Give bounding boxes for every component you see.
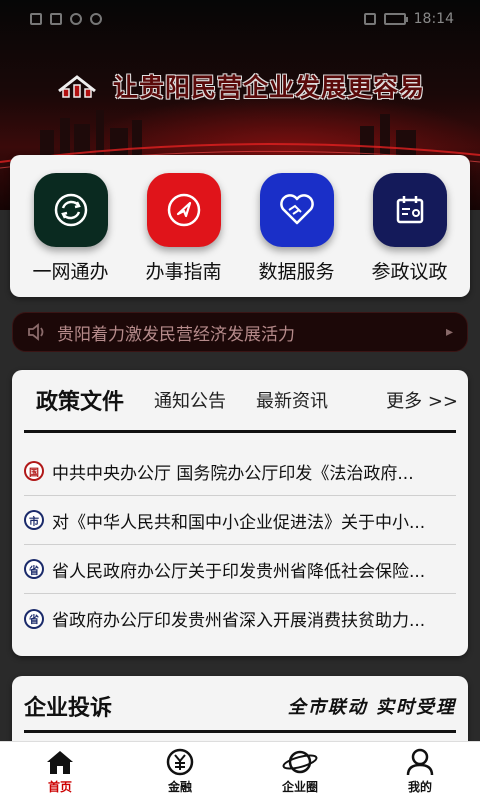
calendar-person-icon (372, 173, 447, 247)
header-slogan: 让贵阳民营企业发展更容易 (112, 73, 425, 102)
globe-refresh-icon (33, 173, 108, 247)
services-card: 一网通办 办事指南 数据服务 参政议政 (10, 155, 470, 297)
service-label: 办事指南 (145, 261, 222, 283)
badge-label: 国 (26, 463, 42, 479)
ticker-text: 贵阳着力激发民营经济发展活力 (57, 324, 295, 345)
service-label: 一网通办 (32, 261, 109, 283)
signal-icon (363, 13, 376, 25)
news-title: 对《中华人民共和国中小企业促进法》关于中小... (52, 512, 426, 533)
chevron-right-icon: ▸ (445, 324, 453, 340)
user-icon (406, 748, 434, 775)
badge-label: 省 (26, 561, 42, 577)
list-item[interactable]: 市 对《中华人民共和国中小企业促进法》关于中小... (24, 496, 456, 545)
service-label: 参政议政 (371, 261, 448, 283)
province-badge-icon: 省 (24, 559, 44, 579)
home-icon (47, 750, 73, 774)
list-item[interactable]: 省 省政府办公厅印发贵州省深入开展消费扶贫助力... (24, 594, 456, 643)
tab-latest-news[interactable]: 最新资讯 (256, 387, 328, 413)
nav-label: 我的 (407, 779, 432, 794)
news-title: 省政府办公厅印发贵州省深入开展消费扶贫助力... (52, 611, 426, 631)
nav-profile[interactable]: 我的 (360, 748, 480, 795)
badge-label: 省 (26, 610, 42, 627)
status-time: 18:14 (413, 11, 454, 27)
news-list: 国 中共中央办公厅 国务院办公厅印发《法治政府... 市 对《中华人民共和国中小… (12, 447, 468, 643)
province-badge-icon: 省 (24, 608, 44, 629)
service-label: 数据服务 (258, 261, 335, 283)
compass-icon (146, 173, 221, 247)
nav-finance[interactable]: 金融 (120, 748, 240, 795)
logo-icon (58, 75, 96, 98)
planet-icon (282, 750, 318, 773)
settings-icon (90, 13, 102, 25)
bottom-navigation: 首页 金融 企业圈 我的 (0, 741, 480, 800)
service-canzheng-yizheng[interactable]: 参政议政 (353, 173, 466, 284)
city-badge-icon: 市 (24, 510, 44, 530)
badge-label: 市 (26, 512, 42, 528)
tab-divider (24, 430, 456, 433)
speaker-icon (28, 323, 44, 341)
battery-icon (383, 13, 408, 25)
sync-icon (70, 13, 82, 25)
status-bar: 18:14 (0, 0, 480, 38)
list-item[interactable]: 国 中共中央办公厅 国务院办公厅印发《法治政府... (24, 447, 456, 496)
nav-label: 金融 (167, 779, 192, 794)
news-title: 省人民政府办公厅关于印发贵州省降低社会保险... (52, 561, 426, 582)
service-yiwang-tongban[interactable]: 一网通办 (14, 173, 127, 284)
complaint-divider (24, 730, 456, 733)
heart-handshake-icon (259, 173, 334, 247)
list-item[interactable]: 省 省人民政府办公厅关于印发贵州省降低社会保险... (24, 545, 456, 594)
national-badge-icon: 国 (24, 461, 44, 481)
tab-notices[interactable]: 通知公告 (154, 387, 226, 413)
service-banshi-zhinan[interactable]: 办事指南 (127, 173, 240, 284)
nav-label: 企业圈 (281, 779, 318, 794)
tab-policy-documents[interactable]: 政策文件 (36, 384, 124, 416)
service-shuju-fuwu[interactable]: 数据服务 (240, 173, 353, 284)
news-ticker[interactable]: 贵阳着力激发民营经济发展活力 ▸ (12, 312, 468, 352)
image-icon (50, 13, 62, 25)
news-tabs: 政策文件 通知公告 最新资讯 更多 >> (12, 370, 468, 430)
nav-label: 首页 (47, 779, 72, 794)
more-link[interactable]: 更多 >> (386, 387, 458, 413)
complaint-title: 企业投诉 (24, 696, 113, 721)
nav-enterprise-circle[interactable]: 企业圈 (240, 748, 360, 795)
yuan-icon (166, 748, 194, 775)
complaint-slogan: 全市联动 实时受理 (287, 697, 456, 718)
nav-home[interactable]: 首页 (0, 748, 120, 795)
news-card: 政策文件 通知公告 最新资讯 更多 >> 国 中共中央办公厅 国务院办公厅印发《… (12, 370, 468, 656)
news-title: 中共中央办公厅 国务院办公厅印发《法治政府... (52, 463, 414, 484)
notification-icon (30, 13, 42, 25)
